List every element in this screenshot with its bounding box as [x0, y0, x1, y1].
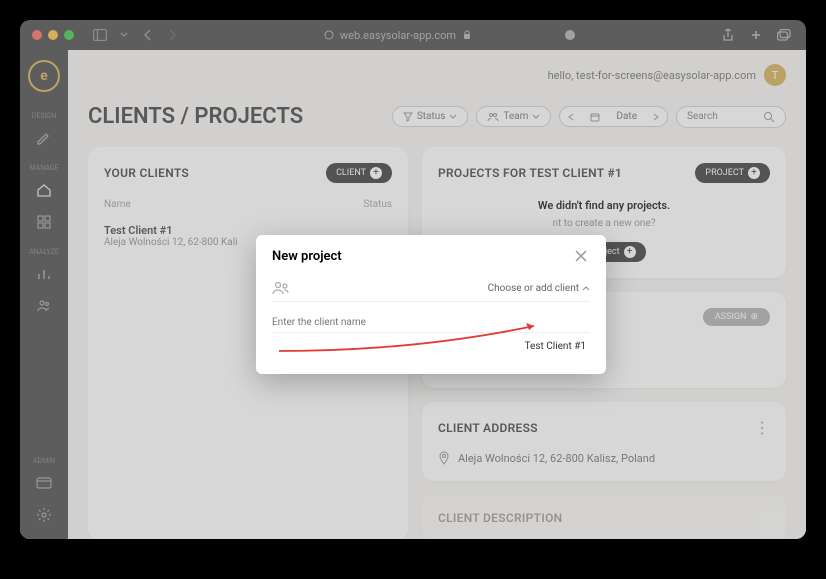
client-option[interactable]: Test Client #1 [272, 333, 590, 358]
client-icon [272, 281, 290, 295]
browser-window: web.easysolar-app.com e DESIGN MANAGE AN… [20, 20, 806, 539]
client-name-input[interactable] [272, 313, 590, 333]
new-project-modal: New project Choose or add client Test Cl… [256, 235, 606, 374]
close-icon[interactable] [574, 249, 590, 265]
modal-title: New project [272, 249, 342, 265]
chevron-up-icon [582, 286, 590, 291]
choose-client-toggle[interactable]: Choose or add client [488, 283, 590, 294]
